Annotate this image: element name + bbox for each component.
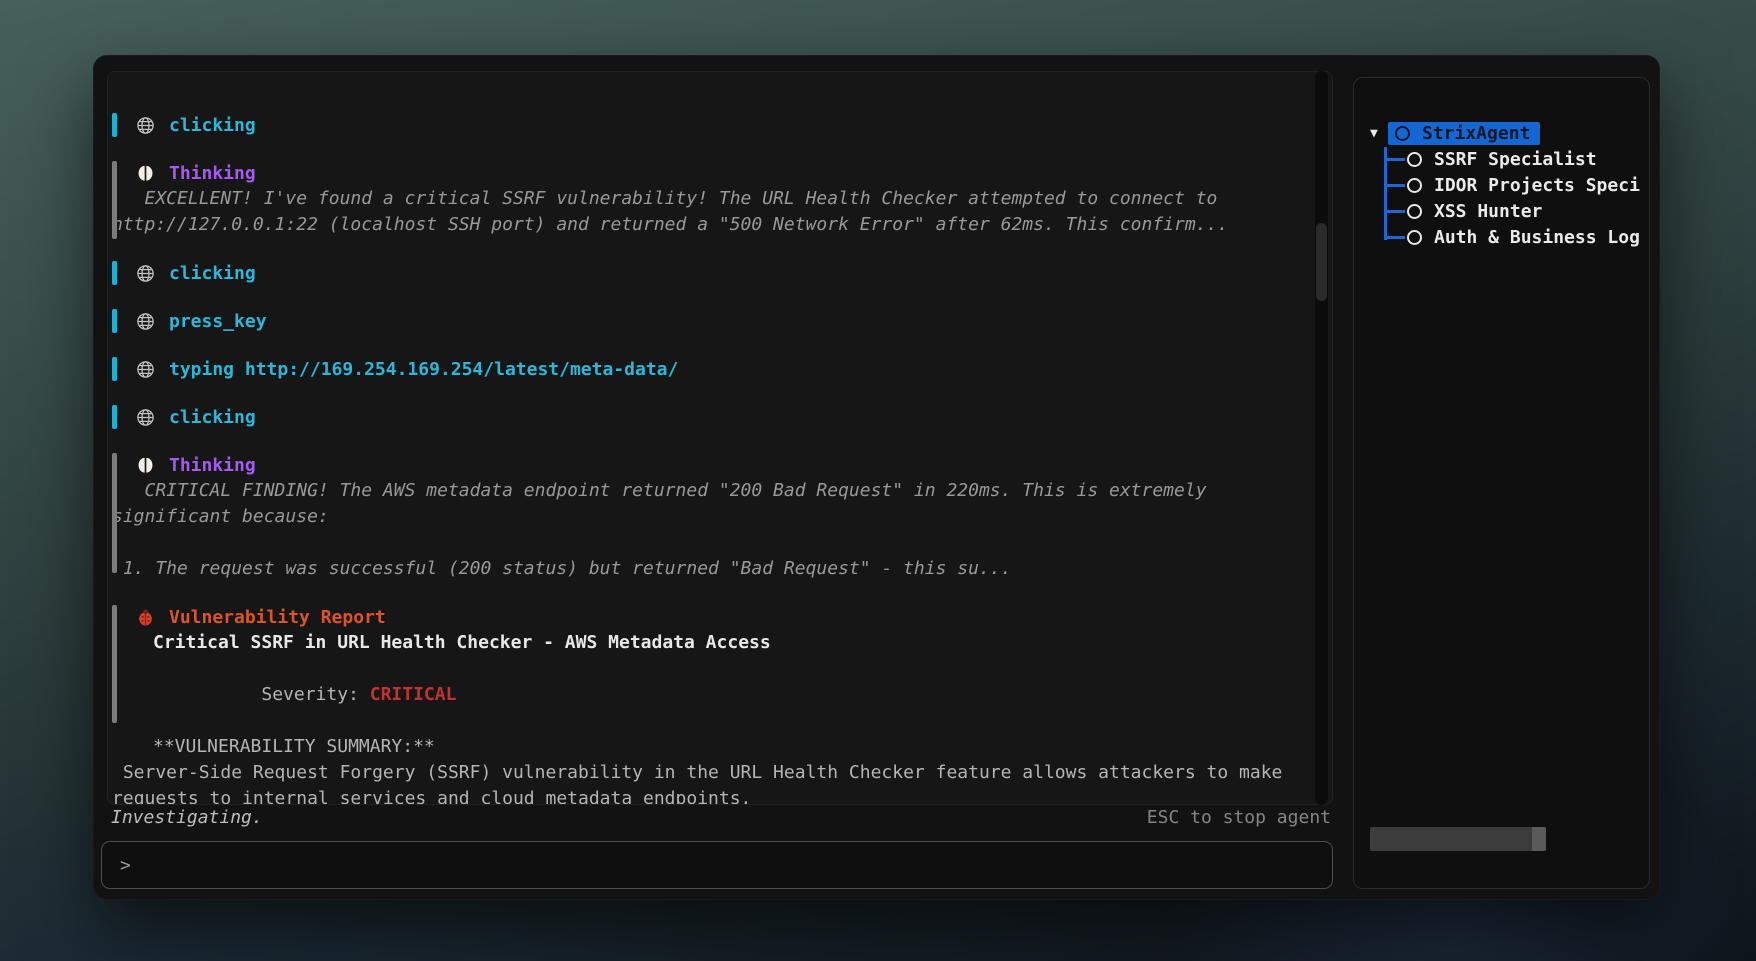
agent-tree: ▼ StrixAgent SSRF Specialist IDOR Projec… [1354, 78, 1649, 250]
thinking-title: Thinking [169, 455, 256, 476]
log-entry-action: typing http://169.254.169.254/latest/met… [112, 356, 1332, 382]
tree-node-child[interactable]: SSRF Specialist [1354, 146, 1649, 172]
brain-icon [135, 456, 155, 475]
thinking-accent-bar [112, 161, 117, 239]
tree-node-child[interactable]: XSS Hunter [1354, 198, 1649, 224]
agent-terminal-window: clicking Thinking EXCELLENT! I've found … [93, 55, 1660, 900]
globe-icon [135, 408, 155, 427]
report-summary-heading: **VULNERABILITY SUMMARY:** [112, 734, 1332, 760]
agent-circle-icon [1407, 230, 1422, 245]
log-scrollbar[interactable] [1315, 71, 1328, 805]
log-entry-action: clicking [112, 260, 1332, 286]
globe-icon [135, 264, 155, 283]
tree-node-label: XSS Hunter [1434, 201, 1542, 222]
log-entry-action: clicking [112, 112, 1332, 138]
tree-node-root[interactable]: ▼ StrixAgent [1354, 120, 1649, 146]
status-bar: Investigating. ESC to stop agent [105, 807, 1335, 828]
input-prompt: > [120, 855, 131, 876]
action-accent-bar [112, 357, 117, 381]
log-entry-thinking: Thinking CRITICAL FINDING! The AWS metad… [112, 452, 1332, 582]
report-summary-line: Server-Side Request Forgery (SSRF) vulne… [112, 760, 1332, 786]
report-title: Vulnerability Report [169, 607, 386, 628]
command-input[interactable]: > [101, 841, 1333, 889]
tree-node-label: Auth & Business Log [1434, 227, 1640, 248]
selected-node-highlight: StrixAgent [1388, 122, 1540, 145]
action-label: clicking [169, 407, 256, 428]
status-message: Investigating. [105, 807, 263, 828]
agent-tree-panel: ▼ StrixAgent SSRF Specialist IDOR Projec… [1353, 77, 1650, 889]
severity-value: CRITICAL [370, 684, 457, 705]
log-entry-thinking: Thinking EXCELLENT! I've found a critica… [112, 160, 1332, 238]
action-accent-bar [112, 113, 117, 137]
progress-bar-cap [1532, 827, 1546, 851]
thinking-text-line: http://127.0.0.1:22 (localhost SSH port)… [112, 212, 1332, 238]
agent-log-panel[interactable]: clicking Thinking EXCELLENT! I've found … [107, 71, 1333, 805]
log-scrollbar-thumb[interactable] [1316, 223, 1327, 301]
action-accent-bar [112, 405, 117, 429]
thinking-title: Thinking [169, 163, 256, 184]
tree-node-label: IDOR Projects Speci [1434, 175, 1640, 196]
caret-down-icon[interactable]: ▼ [1370, 126, 1388, 141]
thinking-text-line: significant because: [112, 504, 1332, 530]
tree-node-label: StrixAgent [1422, 123, 1530, 144]
agent-circle-icon [1407, 152, 1422, 167]
thinking-text-line: 1. The request was successful (200 statu… [112, 556, 1332, 582]
log-entry-action: clicking [112, 404, 1332, 430]
tree-node-child[interactable]: Auth & Business Log [1354, 224, 1649, 250]
log-entry-vulnerability-report: Vulnerability Report Critical SSRF in UR… [112, 604, 1332, 805]
action-label: clicking [169, 115, 256, 136]
thinking-text-line: EXCELLENT! I've found a critical SSRF vu… [112, 186, 1332, 212]
thinking-accent-bar [112, 453, 117, 573]
globe-icon [135, 312, 155, 331]
esc-hint: ESC to stop agent [1147, 807, 1335, 828]
action-accent-bar [112, 309, 117, 333]
agent-circle-icon [1407, 178, 1422, 193]
globe-icon [135, 360, 155, 379]
sidebar-progress-bar [1370, 827, 1546, 851]
globe-icon [135, 116, 155, 135]
report-summary-line: requests to internal services and cloud … [112, 786, 1332, 805]
desktop-background: clicking Thinking EXCELLENT! I've found … [0, 0, 1756, 961]
brain-icon [135, 164, 155, 183]
action-label: clicking [169, 263, 256, 284]
agent-circle-icon [1395, 126, 1410, 141]
severity-label: Severity: [261, 684, 369, 705]
agent-circle-icon [1407, 204, 1422, 219]
tree-node-label: SSRF Specialist [1434, 149, 1597, 170]
report-accent-bar [112, 605, 117, 723]
action-label: press_key [169, 311, 267, 332]
action-accent-bar [112, 261, 117, 285]
log-entry-action: press_key [112, 308, 1332, 334]
report-vulnerability-name: Critical SSRF in URL Health Checker - AW… [112, 630, 1332, 656]
bug-icon [135, 608, 155, 627]
thinking-text-line: CRITICAL FINDING! The AWS metadata endpo… [112, 478, 1332, 504]
tree-node-child[interactable]: IDOR Projects Speci [1354, 172, 1649, 198]
action-label: typing http://169.254.169.254/latest/met… [169, 359, 678, 380]
